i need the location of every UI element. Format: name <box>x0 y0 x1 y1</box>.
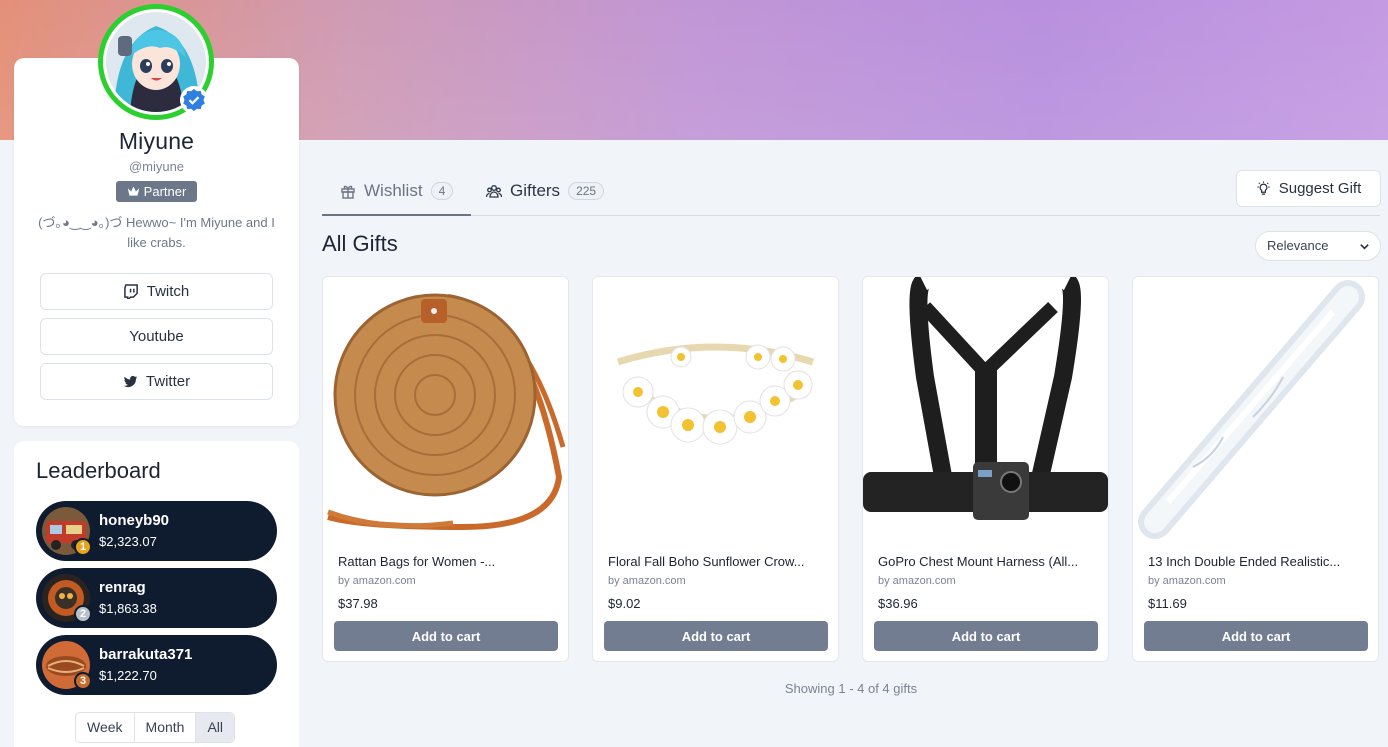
product-price: $36.96 <box>878 596 918 611</box>
youtube-link-button[interactable]: Youtube <box>40 318 273 355</box>
leaderboard-row[interactable]: 1 honeyb90 $2,323.07 <box>36 501 277 561</box>
twitch-link-button[interactable]: Twitch <box>40 273 273 310</box>
product-card[interactable]: Rattan Bags for Women -... by amazon.com… <box>322 276 569 662</box>
section-title: All Gifts <box>322 231 398 256</box>
gifters-count: 225 <box>568 181 605 200</box>
wishlist-count: 4 <box>430 181 454 200</box>
rank-badge: 3 <box>74 672 92 690</box>
period-month-button[interactable]: Month <box>135 713 197 742</box>
leaderboard-title: Leaderboard <box>36 458 161 483</box>
leaderboard-card: Leaderboard 1 honeyb90 $2,323.07 2 renra… <box>14 441 299 747</box>
period-all-button[interactable]: All <box>196 713 235 742</box>
suggest-gift-button[interactable]: Suggest Gift <box>1236 170 1381 207</box>
add-to-cart-button[interactable]: Add to cart <box>604 621 828 651</box>
product-title[interactable]: Floral Fall Boho Sunflower Crow... <box>608 554 828 569</box>
verified-icon <box>180 86 208 114</box>
lightbulb-icon <box>1257 181 1270 195</box>
twitch-link-label: Twitch <box>146 283 190 300</box>
leaderboard-row[interactable]: 3 barrakuta371 $1,222.70 <box>36 635 277 695</box>
tab-wishlist[interactable]: Wishlist 4 <box>322 166 471 216</box>
period-selector: Week Month All <box>75 712 236 743</box>
leader-amount: $2,323.07 <box>99 534 157 549</box>
tab-wishlist-label: Wishlist <box>364 180 423 200</box>
product-image[interactable] <box>863 277 1108 539</box>
product-seller: by amazon.com <box>608 575 686 587</box>
period-week-button[interactable]: Week <box>76 713 135 742</box>
sort-label: Relevance <box>1267 238 1329 253</box>
twitter-icon <box>123 375 137 388</box>
leader-amount: $1,863.38 <box>99 601 157 616</box>
leader-amount: $1,222.70 <box>99 668 157 683</box>
add-to-cart-button[interactable]: Add to cart <box>334 621 558 651</box>
gift-icon <box>341 185 355 199</box>
display-name: Miyune <box>118 128 195 154</box>
wishlist-tabs: Wishlist 4 Gifters 225 <box>322 166 1380 216</box>
tab-gifters[interactable]: Gifters 225 <box>486 166 605 215</box>
bio: (づ｡◕‿‿◕｡)づ Hewwo~ I'm Miyune and I like … <box>38 215 275 250</box>
product-card[interactable]: GoPro Chest Mount Harness (All... by ama… <box>862 276 1109 662</box>
product-title[interactable]: GoPro Chest Mount Harness (All... <box>878 554 1098 569</box>
product-price: $9.02 <box>608 596 641 611</box>
product-image[interactable] <box>1133 277 1378 539</box>
product-image[interactable] <box>323 277 568 539</box>
leader-name: renrag <box>99 579 146 596</box>
product-card[interactable]: 13 Inch Double Ended Realistic... by ama… <box>1132 276 1379 662</box>
product-title[interactable]: 13 Inch Double Ended Realistic... <box>1148 554 1368 569</box>
crown-icon <box>127 186 139 196</box>
add-to-cart-button[interactable]: Add to cart <box>1144 621 1368 651</box>
leaderboard-row[interactable]: 2 renrag $1,863.38 <box>36 568 277 628</box>
product-price: $37.98 <box>338 596 378 611</box>
product-card[interactable]: Floral Fall Boho Sunflower Crow... by am… <box>592 276 839 662</box>
leader-name: barrakuta371 <box>99 646 193 663</box>
twitter-link-button[interactable]: Twitter <box>40 363 273 400</box>
partner-badge-label: Partner <box>143 184 187 199</box>
suggest-gift-label: Suggest Gift <box>1278 180 1362 197</box>
product-seller: by amazon.com <box>1148 575 1226 587</box>
twitter-link-label: Twitter <box>145 373 191 390</box>
pagination-summary: Showing 1 - 4 of 4 gifts <box>784 681 918 696</box>
product-seller: by amazon.com <box>338 575 416 587</box>
rank-badge: 1 <box>74 538 92 556</box>
users-icon <box>486 184 502 198</box>
youtube-link-label: Youtube <box>129 328 184 345</box>
product-title[interactable]: Rattan Bags for Women -... <box>338 554 558 569</box>
partner-badge: Partner <box>116 181 197 202</box>
twitch-icon <box>123 284 138 299</box>
product-price: $11.69 <box>1148 596 1187 611</box>
handle: @miyune <box>128 159 185 174</box>
product-seller: by amazon.com <box>878 575 956 587</box>
product-image[interactable] <box>593 277 838 539</box>
chevron-down-icon <box>1360 244 1369 250</box>
rank-badge: 2 <box>74 605 92 623</box>
add-to-cart-button[interactable]: Add to cart <box>874 621 1098 651</box>
leader-name: honeyb90 <box>99 512 170 529</box>
sort-select[interactable]: Relevance <box>1255 231 1381 261</box>
tab-gifters-label: Gifters <box>510 180 561 200</box>
